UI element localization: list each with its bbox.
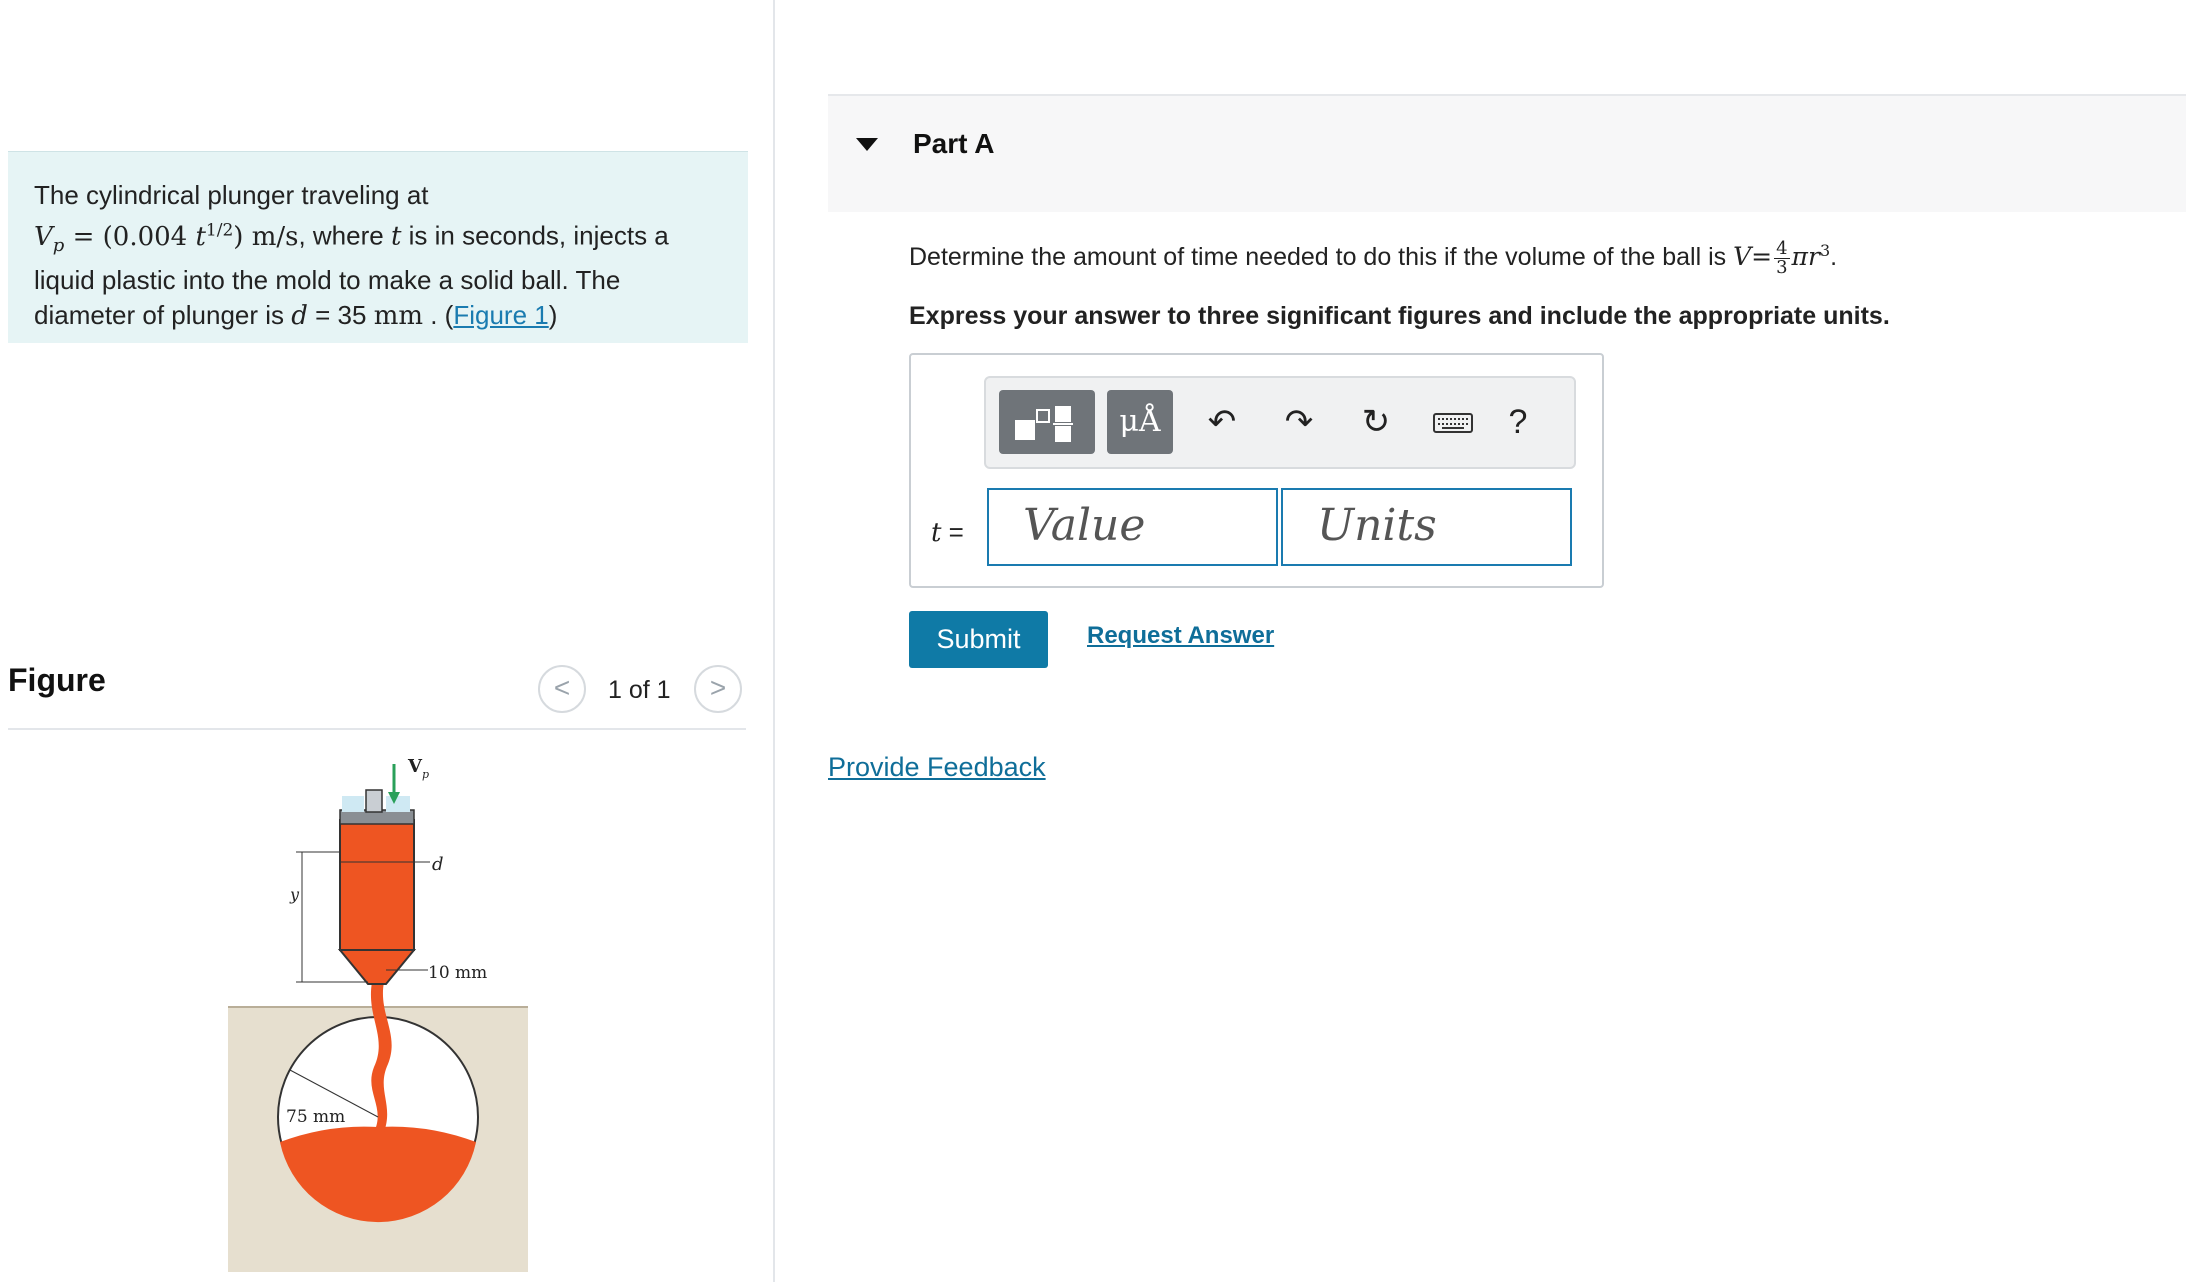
next-figure-button[interactable]: > (694, 665, 742, 713)
question-text: Determine the amount of time needed to d… (909, 238, 1838, 278)
problem-statement: The cylindrical plunger traveling at Vp … (8, 151, 748, 343)
vp-label: V (407, 756, 423, 777)
part-header[interactable]: Part A (828, 94, 2186, 212)
plunger-cylinder (339, 819, 415, 951)
chevron-right-icon: > (709, 672, 727, 703)
svg-text:p: p (422, 768, 429, 781)
radius-label: 75 mm (286, 1107, 345, 1127)
plunger-rod (365, 789, 383, 813)
templates-button[interactable] (999, 390, 1095, 454)
figure-illustration: V p d y 10 mm 75 mm (228, 756, 528, 1272)
value-input[interactable]: Value (987, 488, 1278, 566)
help-icon[interactable]: ? (1490, 390, 1546, 454)
submit-button[interactable]: Submit (909, 611, 1048, 668)
math-toolbar: μÅ ↶ ↷ ↻ ? (984, 376, 1576, 469)
units-button[interactable]: μÅ (1107, 390, 1173, 454)
y-label: y (289, 885, 300, 904)
part-title: Part A (913, 128, 995, 159)
d-label: d (432, 854, 444, 875)
speed-equation: Vp = (0.004 t1/2) m/s (34, 220, 299, 256)
fraction: 43 (1774, 238, 1790, 278)
keyboard-icon[interactable] (1425, 390, 1481, 454)
collapse-caret-icon[interactable] (856, 138, 878, 151)
chevron-left-icon: < (553, 672, 571, 703)
figure-link[interactable]: Figure 1 (453, 300, 548, 330)
reset-icon[interactable]: ↻ (1348, 390, 1404, 454)
request-answer-link[interactable]: Request Answer (1087, 622, 1274, 650)
answer-variable-label: t = (931, 517, 964, 548)
answer-box: μÅ ↶ ↷ ↻ ? t = Value Units (909, 353, 1604, 588)
problem-intro: The cylindrical plunger traveling at (34, 180, 429, 210)
redo-icon[interactable]: ↷ (1271, 390, 1327, 454)
units-input[interactable]: Units (1281, 488, 1572, 566)
undo-icon[interactable]: ↶ (1194, 390, 1250, 454)
panel-divider (773, 0, 775, 1282)
nozzle-label: 10 mm (428, 963, 487, 983)
nozzle (337, 949, 417, 985)
figure-title: Figure (8, 662, 106, 698)
figure-header: Figure < 1 of 1 > (8, 650, 746, 730)
provide-feedback-link[interactable]: Provide Feedback (828, 752, 1046, 783)
figure-pager-text: 1 of 1 (608, 676, 671, 704)
templates-icon (1015, 406, 1073, 442)
instruction-text: Express your answer to three significant… (909, 302, 1890, 330)
previous-figure-button[interactable]: < (538, 665, 586, 713)
